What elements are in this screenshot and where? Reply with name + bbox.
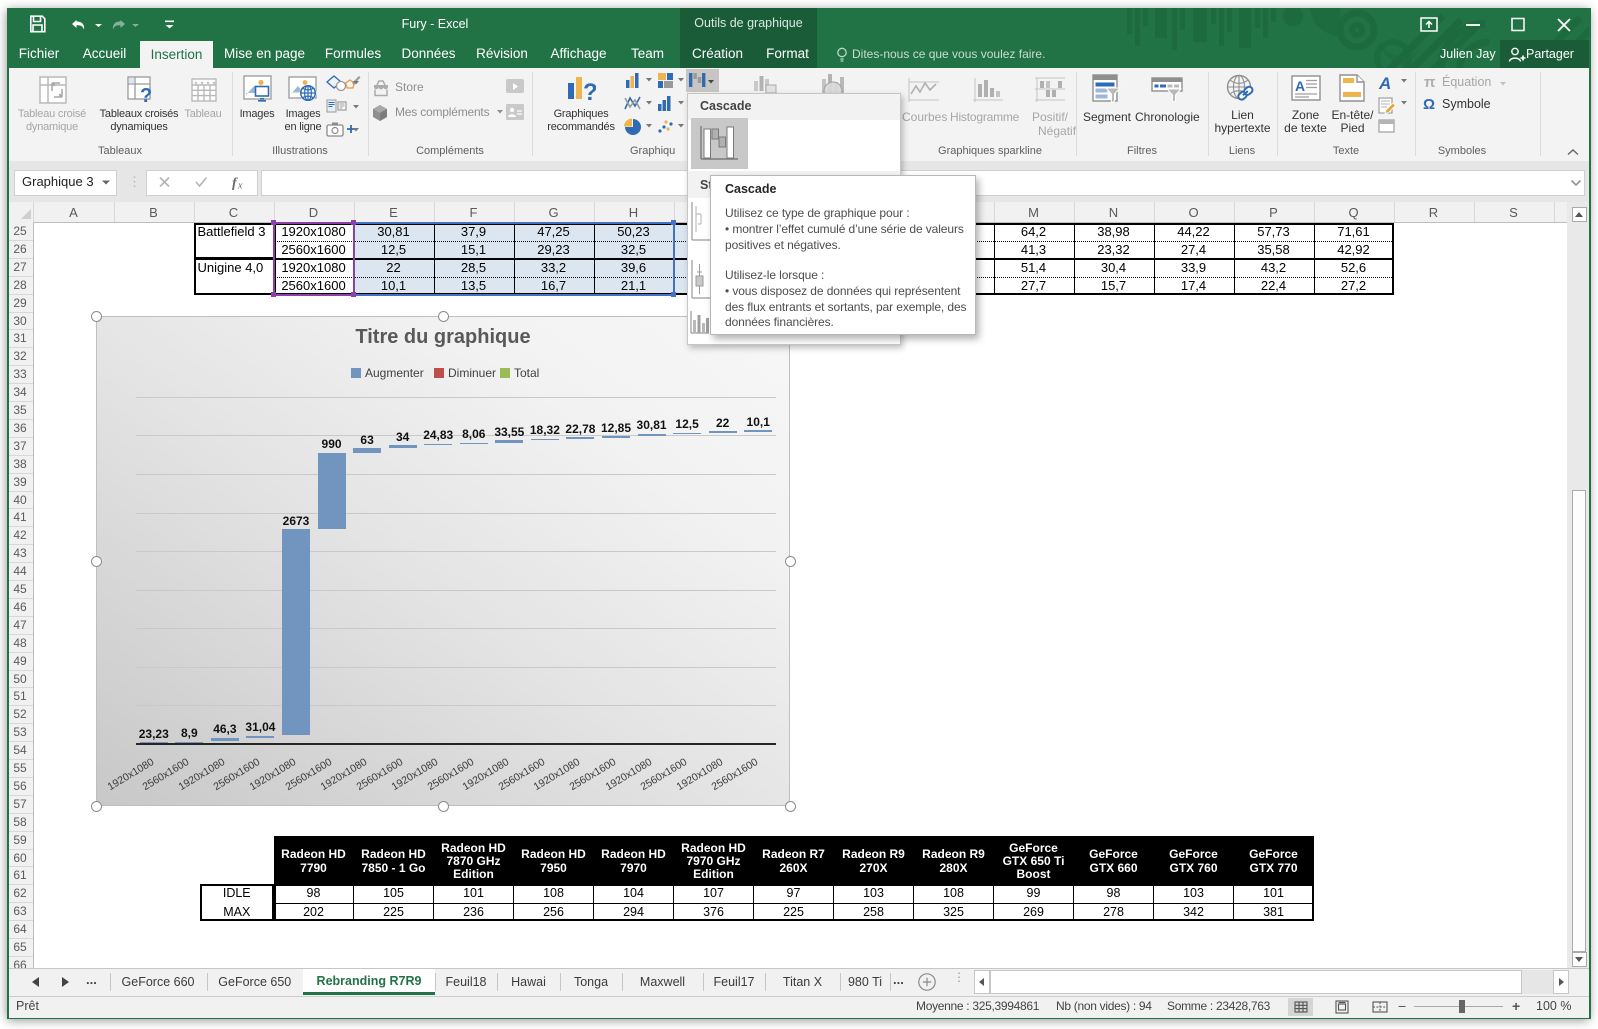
svg-text:?: ? [583, 79, 596, 103]
svg-text:A: A [1295, 78, 1305, 94]
svg-text:A: A [1378, 74, 1391, 93]
svg-text:?: ? [140, 85, 152, 105]
svg-text:x: x [237, 181, 243, 192]
